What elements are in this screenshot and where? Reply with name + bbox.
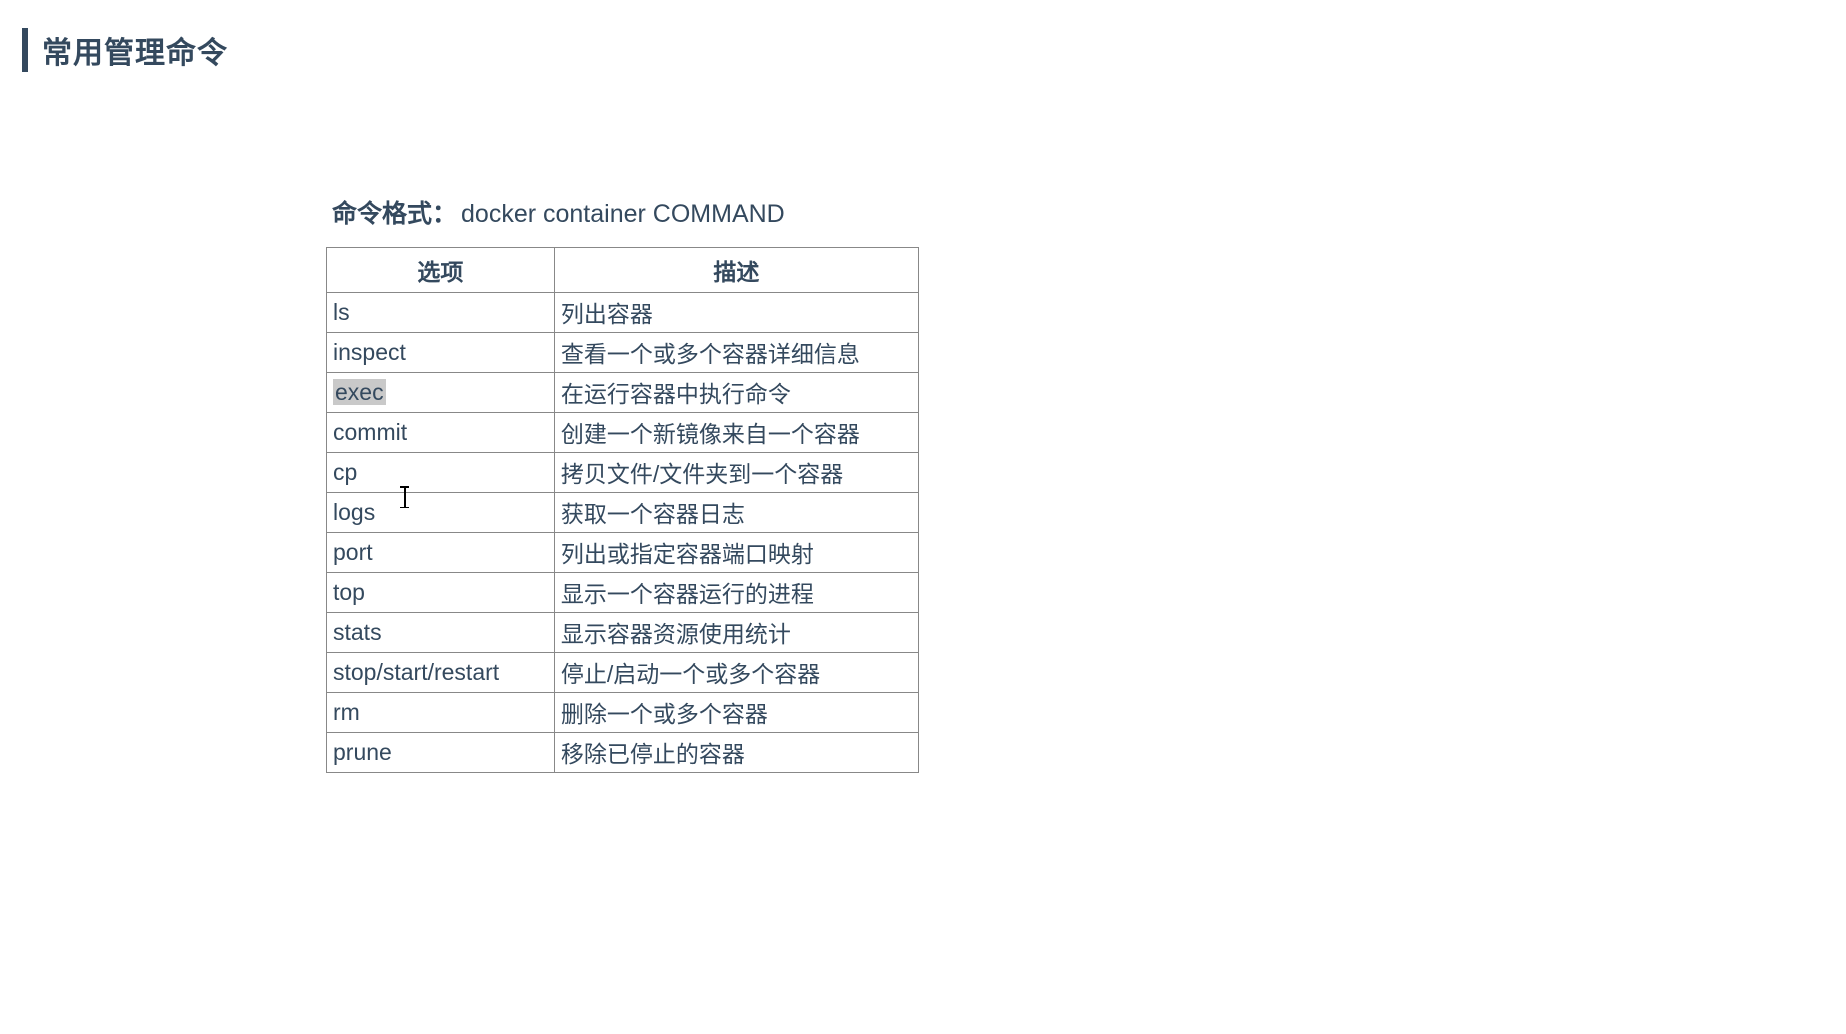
table-cell-description: 拷贝文件/文件夹到一个容器 (554, 453, 918, 493)
table-cell-option: ls (327, 293, 555, 333)
table-cell-option: top (327, 573, 555, 613)
table-cell-description: 在运行容器中执行命令 (554, 373, 918, 413)
table-cell-option: prune (327, 733, 555, 773)
highlighted-option: exec (333, 379, 386, 405)
table-cell-description: 移除已停止的容器 (554, 733, 918, 773)
page-title: 常用管理命令 (42, 28, 228, 72)
table-cell-option: logs (327, 493, 555, 533)
table-cell-option: inspect (327, 333, 555, 373)
table-cell-description: 获取一个容器日志 (554, 493, 918, 533)
table-row: commit创建一个新镜像来自一个容器 (327, 413, 919, 453)
command-format-line: 命令格式：docker container COMMAND (332, 194, 785, 230)
table-header-option: 选项 (327, 248, 555, 293)
table-cell-description: 创建一个新镜像来自一个容器 (554, 413, 918, 453)
command-format-label: 命令格式： (332, 200, 457, 228)
table-cell-option: commit (327, 413, 555, 453)
table-row: rm删除一个或多个容器 (327, 693, 919, 733)
table-cell-option: port (327, 533, 555, 573)
table-row: prune移除已停止的容器 (327, 733, 919, 773)
table-cell-option: cp (327, 453, 555, 493)
table-cell-description: 列出或指定容器端口映射 (554, 533, 918, 573)
table-cell-description: 删除一个或多个容器 (554, 693, 918, 733)
table-row: port列出或指定容器端口映射 (327, 533, 919, 573)
table-row: logs获取一个容器日志 (327, 493, 919, 533)
command-table: 选项 描述 ls列出容器inspect查看一个或多个容器详细信息 exec 在运行容… (326, 247, 919, 773)
table-header-row: 选项 描述 (327, 248, 919, 293)
table-cell-option: exec (327, 373, 555, 413)
table-row: exec 在运行容器中执行命令 (327, 373, 919, 413)
table-cell-description: 显示容器资源使用统计 (554, 613, 918, 653)
command-format-value: docker container COMMAND (461, 200, 785, 228)
table-cell-option: rm (327, 693, 555, 733)
table-cell-description: 查看一个或多个容器详细信息 (554, 333, 918, 373)
table-cell-description: 显示一个容器运行的进程 (554, 573, 918, 613)
title-accent-bar (22, 28, 28, 72)
table-cell-option: stats (327, 613, 555, 653)
table-row: inspect查看一个或多个容器详细信息 (327, 333, 919, 373)
table-cell-option: stop/start/restart (327, 653, 555, 693)
page-title-bar: 常用管理命令 (22, 28, 228, 72)
table-row: cp拷贝文件/文件夹到一个容器 (327, 453, 919, 493)
table-row: stop/start/restart停止/启动一个或多个容器 (327, 653, 919, 693)
table-header-description: 描述 (554, 248, 918, 293)
table-row: ls列出容器 (327, 293, 919, 333)
table-cell-description: 列出容器 (554, 293, 918, 333)
table-row: stats显示容器资源使用统计 (327, 613, 919, 653)
table-cell-description: 停止/启动一个或多个容器 (554, 653, 918, 693)
table-row: top显示一个容器运行的进程 (327, 573, 919, 613)
